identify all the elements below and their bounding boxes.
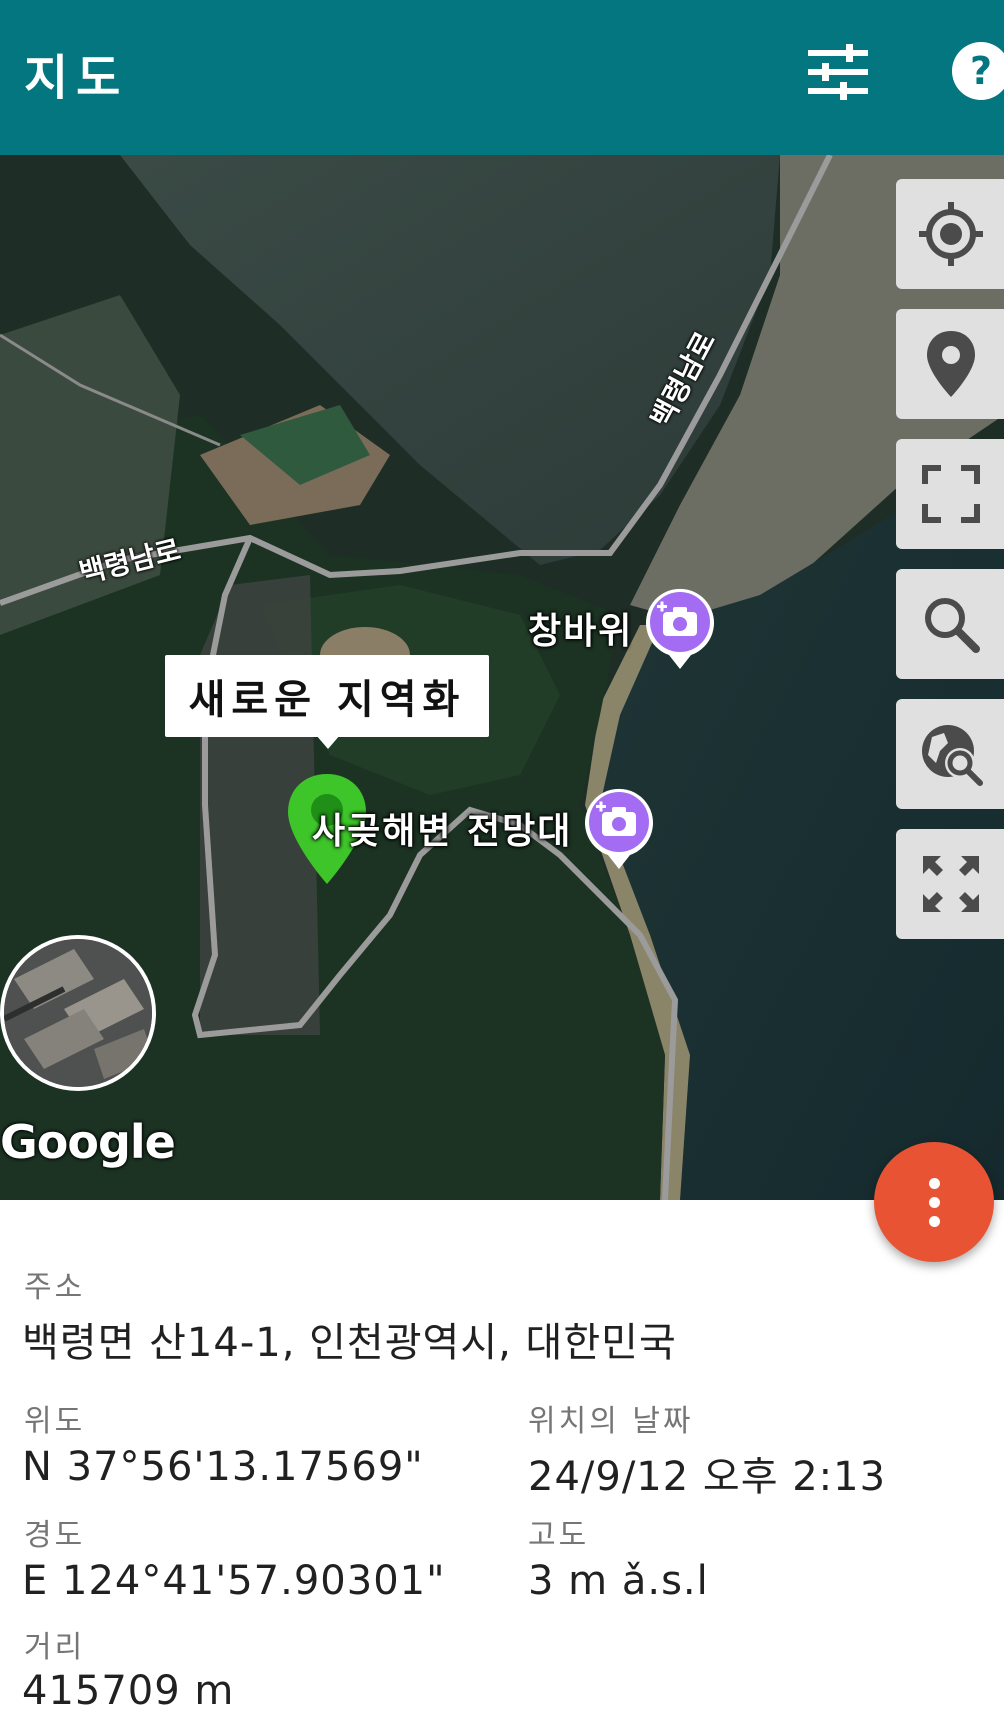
location-info-panel: 주소 백령면 산14-1, 인천광역시, 대한민국 위도 N 37°56'13.… <box>0 1200 1004 1730</box>
help-icon[interactable]: ? <box>950 40 1004 102</box>
street-view-thumbnail[interactable] <box>0 935 156 1091</box>
camera-plus-icon <box>585 788 654 869</box>
tune-icon[interactable] <box>808 44 868 100</box>
search-button[interactable] <box>896 569 1004 679</box>
map-view[interactable]: 백령남로 백령남로 새로운 지역화 창바위 사곶해변 전망대 Google <box>0 155 1004 1200</box>
distance-label: 거리 <box>24 1630 86 1665</box>
longitude-value: E 124°41'57.90301" <box>22 1558 446 1604</box>
date-value: 24/9/12 오후 2:13 <box>528 1454 887 1500</box>
crosshair-icon <box>919 202 983 266</box>
more-vertical-icon <box>928 1177 940 1189</box>
map-pin-icon <box>927 331 975 397</box>
latitude-value: N 37°56'13.17569" <box>22 1444 424 1490</box>
globe-search-button[interactable] <box>896 699 1004 809</box>
google-attribution: Google <box>0 1115 176 1169</box>
marker-callout[interactable]: 새로운 지역화 <box>165 655 489 737</box>
satellite-imagery <box>0 155 1004 1200</box>
altitude-value: 3 m ǎ.s.l <box>528 1558 709 1604</box>
address-value: 백령면 산14-1, 인천광역시, 대한민국 <box>22 1320 677 1366</box>
poi-label: 사곶해변 전망대 <box>312 811 573 852</box>
fullscreen-button[interactable] <box>896 439 1004 549</box>
search-icon <box>925 598 980 653</box>
page-title: 지도 <box>24 50 129 106</box>
date-label: 위치의 날짜 <box>528 1404 694 1439</box>
latitude-label: 위도 <box>24 1404 86 1439</box>
camera-plus-icon <box>646 588 715 669</box>
poi-label: 창바위 <box>528 611 634 652</box>
fullscreen-icon <box>922 465 980 523</box>
globe-search-icon <box>922 725 983 786</box>
altitude-label: 고도 <box>528 1518 590 1553</box>
place-button[interactable] <box>896 309 1004 419</box>
my-location-button[interactable] <box>896 179 1004 289</box>
expand-button[interactable] <box>896 829 1004 939</box>
poi-marker[interactable]: 사곶해변 전망대 <box>312 785 656 871</box>
svg-text:?: ? <box>970 49 992 93</box>
app-bar: 지도 ? <box>0 0 1004 155</box>
poi-marker[interactable]: 창바위 <box>528 585 717 671</box>
longitude-label: 경도 <box>24 1518 86 1553</box>
address-label: 주소 <box>24 1270 86 1305</box>
expand-arrows-icon <box>923 856 979 912</box>
callout-tail <box>316 735 340 749</box>
distance-value: 415709 m <box>22 1668 235 1714</box>
